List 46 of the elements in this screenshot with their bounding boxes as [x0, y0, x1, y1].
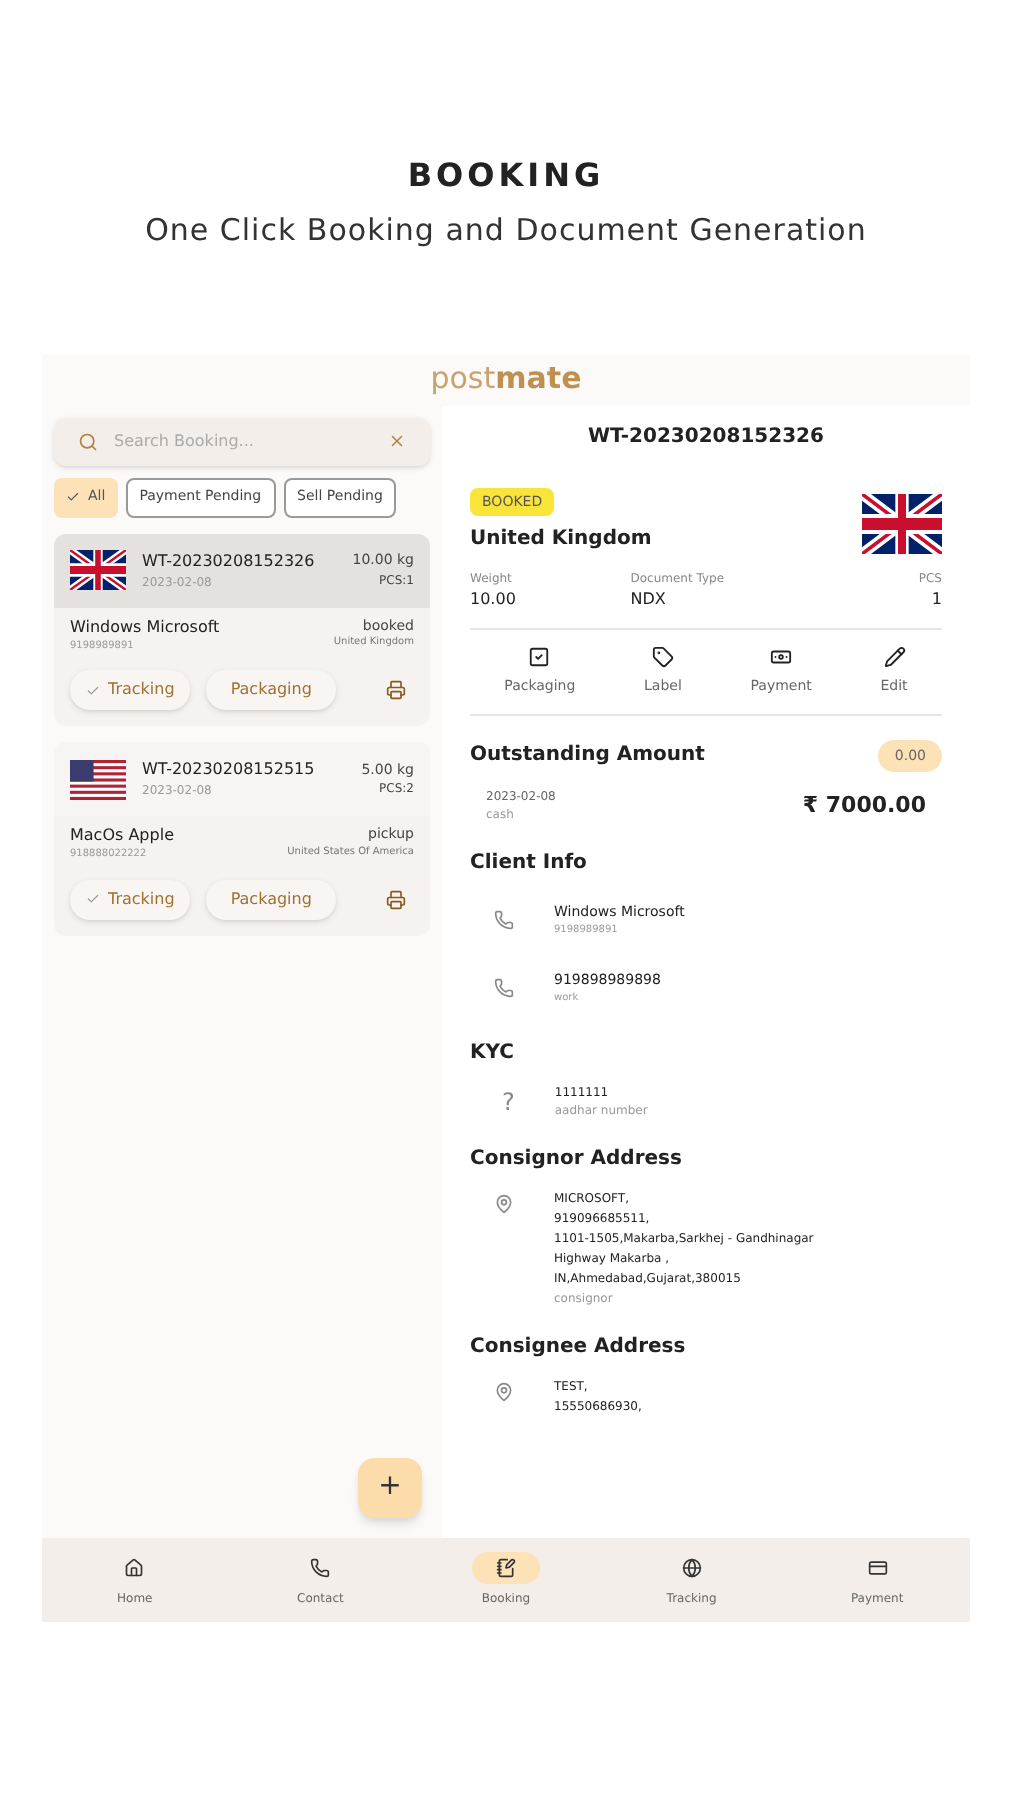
phone-icon [494, 910, 514, 930]
section-title: Consignee Address [470, 1334, 688, 1362]
check-icon [86, 683, 100, 697]
field-value: 1 [931, 588, 942, 612]
check-icon [86, 892, 100, 906]
checkbox-icon [528, 646, 551, 668]
search-field[interactable]: Search Booking... [54, 417, 430, 465]
phone-icon [494, 978, 514, 998]
payment-amount: ₹ 7000.00 [802, 789, 926, 822]
tracking-button[interactable]: Tracking [70, 670, 191, 710]
section-title: Outstanding Amount [470, 742, 705, 771]
phone-icon [310, 1557, 331, 1577]
tracking-button[interactable]: Tracking [70, 879, 191, 919]
clear-icon [388, 432, 406, 450]
search-icon [78, 431, 98, 451]
app-logo: postmate [430, 358, 582, 401]
booking-id: WT-20230208152326 [142, 549, 317, 573]
field-value: 10.00 [470, 588, 516, 612]
promo-title: BOOKING [407, 154, 605, 198]
search-input[interactable]: Search Booking... [114, 429, 372, 453]
detail-id: WT-20230208152326 [588, 423, 824, 451]
location-icon [494, 1382, 514, 1402]
destination-country: United Kingdom [470, 526, 652, 554]
check-icon [66, 490, 80, 504]
house-icon [124, 1557, 145, 1577]
client-name: MacOs Apple [70, 824, 174, 848]
section-title: KYC [470, 1040, 516, 1068]
packaging-button[interactable]: Packaging [206, 879, 336, 919]
add-button[interactable]: + [358, 1457, 422, 1517]
promo-subtitle: One Click Booking and Document Generation [145, 210, 867, 252]
tag-icon [651, 646, 674, 668]
notebook-icon [495, 1557, 516, 1577]
help-icon: ? [502, 1084, 515, 1120]
print-icon[interactable] [386, 889, 406, 909]
packaging-button[interactable]: Packaging [206, 670, 336, 710]
section-title: Consignor Address [470, 1146, 684, 1174]
pencil-icon [883, 646, 906, 668]
location-icon [494, 1194, 514, 1214]
card-icon [867, 1557, 888, 1577]
print-icon[interactable] [386, 680, 406, 700]
globe-icon [681, 1557, 702, 1577]
booking-id: WT-20230208152515 [142, 758, 317, 782]
banknote-icon [770, 646, 793, 668]
field-value: NDX [630, 588, 668, 612]
section-title: Client Info [470, 850, 589, 878]
client-name: Windows Microsoft [70, 615, 220, 639]
